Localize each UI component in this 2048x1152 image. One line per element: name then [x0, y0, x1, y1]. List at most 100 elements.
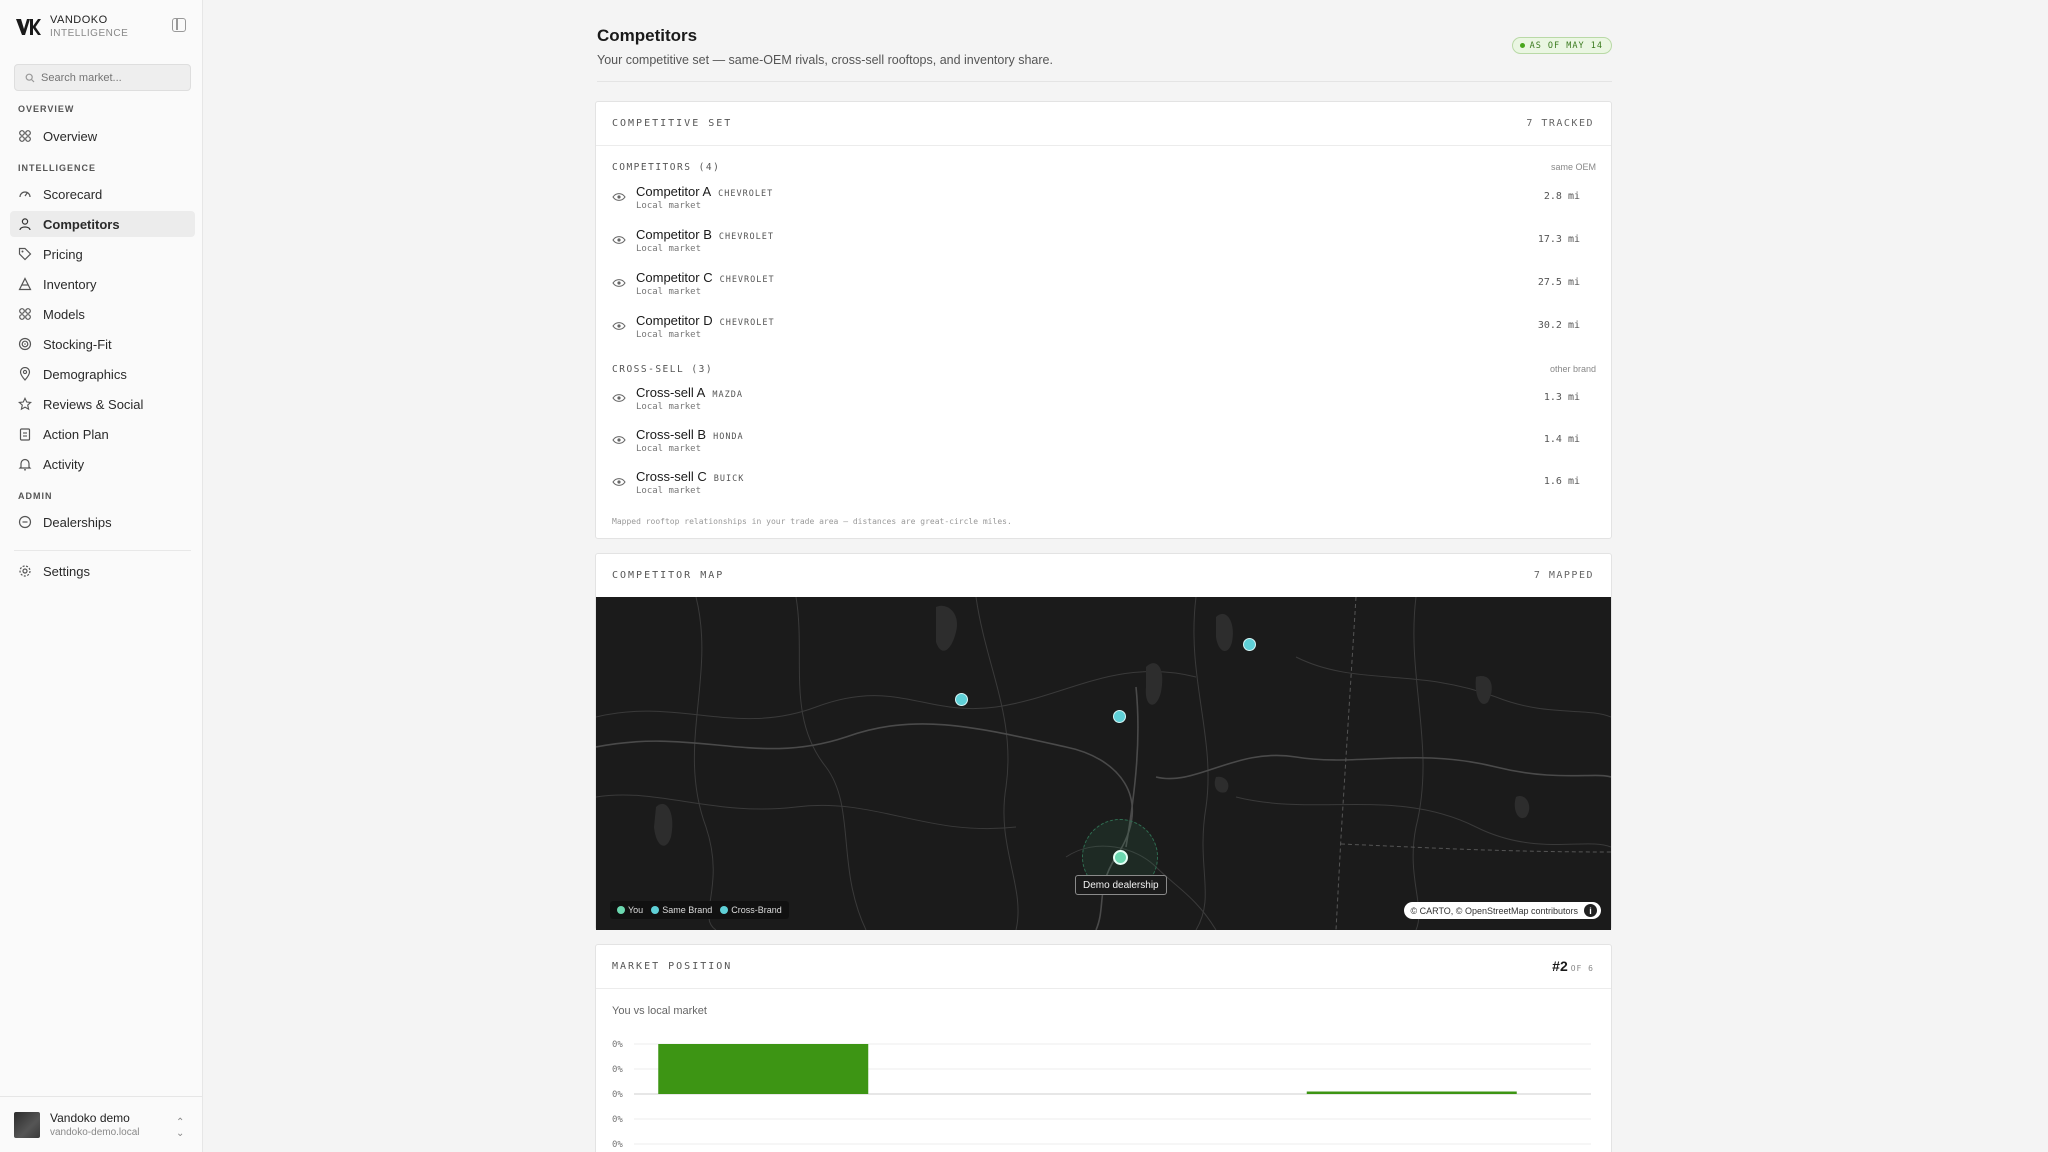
eye-icon[interactable] — [612, 235, 626, 245]
eye-icon[interactable] — [612, 393, 626, 403]
info-icon[interactable]: i — [1584, 904, 1597, 917]
grid-icon — [18, 307, 32, 321]
list-item[interactable]: Cross-sell C BUICK Local market 1.6 mi — [612, 469, 1580, 503]
row-market: Local market — [636, 201, 702, 211]
y-tick-label: 0% — [612, 1140, 623, 1150]
sidebar-item-label: Stocking-Fit — [43, 336, 112, 352]
sidebar-item-inventory[interactable]: Inventory — [10, 271, 195, 297]
row-market: Local market — [636, 486, 702, 496]
sidebar-item-competitors[interactable]: Competitors — [10, 211, 195, 237]
stack-icon — [18, 277, 32, 291]
section-label-overview: OVERVIEW — [18, 104, 75, 114]
map-marker-same-brand[interactable] — [1243, 638, 1256, 651]
row-name: Cross-sell A — [636, 385, 706, 400]
row-name: Competitor A — [636, 184, 712, 199]
map-canvas[interactable]: Demo dealership You Same Brand Cross-Bra… — [596, 597, 1611, 930]
y-tick-label: 0% — [612, 1040, 623, 1050]
user-menu[interactable]: Vandoko demo vandoko-demo.local ⌃ ⌄ — [0, 1096, 203, 1152]
map-attribution[interactable]: © CARTO, © OpenStreetMap contributors i — [1403, 902, 1601, 919]
chart-caption: You vs local market — [612, 1005, 707, 1017]
crosssell-group-header: CROSS-SELL (3) other brand — [612, 364, 1596, 375]
sidebar: VANDOKO INTELLIGENCE OVERVIEW Overview I… — [0, 0, 203, 1152]
sidebar-item-label: Inventory — [43, 276, 97, 292]
row-brand: CHEVROLET — [718, 189, 774, 199]
sidebar-item-label: Overview — [43, 128, 98, 144]
circle-icon — [18, 515, 32, 529]
row-distance: 30.2 mi — [1537, 320, 1580, 331]
map-marker-same-brand[interactable] — [955, 693, 968, 706]
sidebar-item-reviews-social[interactable]: Reviews & Social — [10, 391, 195, 417]
y-tick-label: 0% — [612, 1115, 623, 1125]
chevron-updown-icon: ⌃ ⌄ — [176, 1117, 185, 1139]
list-item[interactable]: Competitor A CHEVROLET Local market 2.8 m… — [612, 184, 1580, 218]
row-market: Local market — [636, 402, 702, 412]
search-icon — [25, 73, 35, 82]
avatar — [14, 1111, 40, 1138]
sidebar-item-settings[interactable]: Settings — [10, 558, 195, 584]
chart-bar-local-market[interactable] — [1306, 1091, 1517, 1095]
row-distance: 1.4 mi — [1543, 434, 1580, 445]
sidebar-item-action-plan[interactable]: Action Plan — [10, 421, 195, 447]
y-tick-label: 0% — [612, 1090, 623, 1100]
chart-bar-you[interactable] — [658, 1044, 869, 1094]
sidebar-item-overview[interactable]: Overview — [10, 123, 195, 149]
grid-icon — [18, 129, 32, 143]
group-label: COMPETITORS (4) — [612, 162, 721, 173]
card-title: MARKET POSITION — [612, 961, 733, 972]
row-brand: CHEVROLET — [719, 275, 775, 285]
row-market: Local market — [636, 330, 702, 340]
sidebar-item-stocking-fit[interactable]: Stocking-Fit — [10, 331, 195, 357]
legend-you-label: You — [628, 905, 644, 915]
card-title: COMPETITOR MAP — [612, 570, 725, 581]
rank-display: #2 OF 6 — [1552, 958, 1594, 976]
list-item[interactable]: Competitor B CHEVROLET Local market 17.3 … — [612, 227, 1580, 261]
legend-same-brand-dot-icon — [651, 906, 660, 914]
page-title: Competitors — [597, 26, 698, 45]
sidebar-item-models[interactable]: Models — [10, 301, 195, 327]
sidebar-item-activity[interactable]: Activity — [10, 451, 195, 477]
eye-icon[interactable] — [612, 321, 626, 331]
list-item[interactable]: Cross-sell A MAZDA Local market 1.3 mi — [612, 385, 1580, 419]
sidebar-item-scorecard[interactable]: Scorecard — [10, 181, 195, 207]
sidebar-item-label: Reviews & Social — [43, 396, 144, 412]
list-item[interactable]: Competitor C CHEVROLET Local market 27.5 … — [612, 270, 1580, 304]
eye-icon[interactable] — [612, 278, 626, 288]
sidebar-toggle-icon[interactable] — [172, 18, 186, 32]
y-tick-label: 0% — [612, 1065, 623, 1075]
sidebar-item-label: Models — [43, 306, 85, 322]
eye-icon[interactable] — [612, 477, 626, 487]
row-brand: BUICK — [713, 474, 745, 484]
search-input[interactable] — [41, 71, 181, 84]
map-marker-same-brand[interactable] — [1113, 710, 1126, 723]
card-meta: 7 MAPPED — [1533, 570, 1594, 581]
status-dot-icon — [1519, 43, 1525, 48]
sidebar-item-pricing[interactable]: Pricing — [10, 241, 195, 267]
row-distance: 1.3 mi — [1543, 392, 1580, 403]
sidebar-item-dealerships[interactable]: Dealerships — [10, 509, 195, 535]
footnote: Mapped rooftop relationships in your tra… — [612, 517, 1012, 526]
legend-cross-brand-label: Cross-Brand — [731, 905, 782, 915]
you-tooltip: Demo dealership — [1075, 875, 1167, 895]
sidebar-item-demographics[interactable]: Demographics — [10, 361, 195, 387]
rank-value: #2 — [1552, 957, 1568, 974]
competitors-group-header: COMPETITORS (4) same OEM — [612, 162, 1596, 173]
group-note: other brand — [1549, 364, 1596, 374]
brand[interactable]: VANDOKO INTELLIGENCE — [14, 14, 128, 40]
legend-you: You — [617, 905, 643, 915]
list-item[interactable]: Competitor D CHEVROLET Local market 30.2 … — [612, 313, 1580, 347]
row-brand: CHEVROLET — [718, 232, 774, 242]
page-header: Competitors Your competitive set — same-… — [597, 26, 1612, 82]
row-name: Cross-sell B — [636, 427, 707, 442]
map-marker-you[interactable] — [1113, 850, 1128, 865]
row-name: Cross-sell C — [636, 469, 707, 484]
search-box[interactable] — [14, 64, 191, 91]
row-distance: 2.8 mi — [1543, 191, 1580, 202]
eye-icon[interactable] — [612, 192, 626, 202]
pin-icon — [18, 367, 32, 381]
eye-icon[interactable] — [612, 435, 626, 445]
list-item[interactable]: Cross-sell B HONDA Local market 1.4 mi — [612, 427, 1580, 461]
user-name: Vandoko demo — [50, 1111, 130, 1125]
brand-name: VANDOKO — [50, 14, 108, 26]
row-market: Local market — [636, 244, 702, 254]
row-brand: MAZDA — [712, 390, 743, 400]
